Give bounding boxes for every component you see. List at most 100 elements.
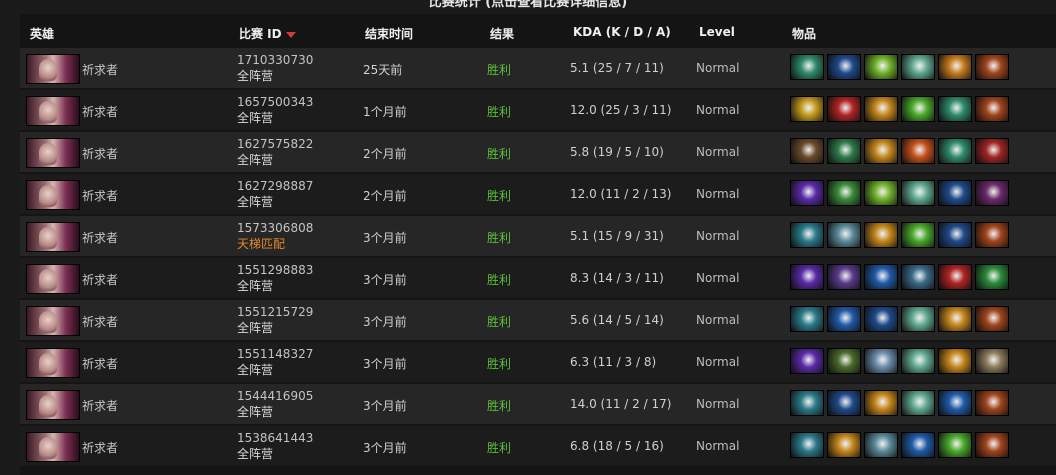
item-icon[interactable] [975,138,1009,164]
item-icon[interactable] [938,390,972,416]
item-icon[interactable] [864,306,898,332]
item-icon[interactable] [901,96,935,122]
match-id[interactable]: 1544416905 [237,388,313,404]
table-row[interactable]: 祈求者 1627575822 全阵营 2个月前 胜利 5.8 (19 / 5 / 10) N… [20,132,1056,172]
item-icon[interactable] [938,180,972,206]
item-icon[interactable] [938,96,972,122]
item-icon[interactable] [827,222,861,248]
item-icon[interactable] [790,54,824,80]
hero-name[interactable]: 祈求者 [82,61,118,78]
item-icon[interactable] [864,348,898,374]
hero-portrait[interactable] [26,348,80,378]
item-icon[interactable] [790,222,824,248]
item-icon[interactable] [938,306,972,332]
col-result[interactable]: 结果 [490,25,514,42]
item-icon[interactable] [827,432,861,458]
match-id[interactable]: 1538641443 [237,430,313,446]
item-icon[interactable] [790,348,824,374]
match-id-cell[interactable]: 1551148327 全阵营 [237,346,313,378]
match-id[interactable]: 1551148327 [237,346,313,362]
hero-portrait[interactable] [26,54,80,84]
item-icon[interactable] [901,348,935,374]
table-row[interactable]: 祈求者 1573306808 天梯匹配 3个月前 胜利 5.1 (15 / 9 / 31)… [20,216,1056,256]
item-icon[interactable] [975,432,1009,458]
item-icon[interactable] [975,390,1009,416]
hero-name[interactable]: 祈求者 [82,229,118,246]
item-icon[interactable] [827,180,861,206]
item-icon[interactable] [975,264,1009,290]
match-id[interactable]: 1627575822 [237,136,313,152]
item-icon[interactable] [938,54,972,80]
col-match-id[interactable]: 比赛 ID [239,25,296,42]
hero-portrait[interactable] [26,222,80,252]
hero-name[interactable]: 祈求者 [82,355,118,372]
hero-name[interactable]: 祈求者 [82,187,118,204]
hero-name[interactable]: 祈求者 [82,439,118,456]
hero-portrait[interactable] [26,138,80,168]
sort-desc-icon[interactable] [285,31,296,38]
table-row[interactable]: 祈求者 1544416905 全阵营 3个月前 胜利 14.0 (11 / 2 / 17)… [20,384,1056,424]
item-icon[interactable] [901,432,935,458]
match-id-cell[interactable]: 1710330730 全阵营 [237,52,313,84]
col-hero[interactable]: 英雄 [30,25,54,42]
item-icon[interactable] [938,432,972,458]
item-icon[interactable] [901,180,935,206]
hero-name[interactable]: 祈求者 [82,313,118,330]
item-icon[interactable] [901,222,935,248]
item-icon[interactable] [901,264,935,290]
hero-name[interactable]: 祈求者 [82,271,118,288]
match-id-cell[interactable]: 1627298887 全阵营 [237,178,313,210]
item-icon[interactable] [790,432,824,458]
match-id[interactable]: 1551215729 [237,304,313,320]
item-icon[interactable] [975,348,1009,374]
item-icon[interactable] [901,138,935,164]
item-icon[interactable] [790,390,824,416]
item-icon[interactable] [901,306,935,332]
item-icon[interactable] [827,306,861,332]
item-icon[interactable] [975,54,1009,80]
hero-name[interactable]: 祈求者 [82,103,118,120]
item-icon[interactable] [827,54,861,80]
item-icon[interactable] [864,138,898,164]
item-icon[interactable] [827,138,861,164]
table-row[interactable]: 祈求者 1538641443 全阵营 3个月前 胜利 6.8 (18 / 5 / 16) N… [20,426,1056,466]
item-icon[interactable] [975,96,1009,122]
hero-portrait[interactable] [26,390,80,420]
col-kda[interactable]: KDA (K / D / A) [573,25,671,39]
item-icon[interactable] [864,264,898,290]
match-id-cell[interactable]: 1544416905 全阵营 [237,388,313,420]
item-icon[interactable] [790,96,824,122]
table-row[interactable]: 祈求者 1627298887 全阵营 2个月前 胜利 12.0 (11 / 2 / 13)… [20,174,1056,214]
match-id-cell[interactable]: 1551298883 全阵营 [237,262,313,294]
match-id[interactable]: 1657500343 [237,94,313,110]
hero-portrait[interactable] [26,306,80,336]
hero-portrait[interactable] [26,180,80,210]
match-id-cell[interactable]: 1551215729 全阵营 [237,304,313,336]
col-end-time[interactable]: 结束时间 [365,25,413,42]
item-icon[interactable] [864,180,898,206]
match-id[interactable]: 1627298887 [237,178,313,194]
item-icon[interactable] [864,432,898,458]
match-id[interactable]: 1710330730 [237,52,313,68]
item-icon[interactable] [827,264,861,290]
table-row[interactable]: 祈求者 1551215729 全阵营 3个月前 胜利 5.6 (14 / 5 / 14) N… [20,300,1056,340]
hero-name[interactable]: 祈求者 [82,397,118,414]
table-row[interactable]: 祈求者 1551298883 全阵营 3个月前 胜利 8.3 (14 / 3 / 11) N… [20,258,1056,298]
match-id[interactable]: 1551298883 [237,262,313,278]
hero-name[interactable]: 祈求者 [82,145,118,162]
hero-portrait[interactable] [26,96,80,126]
item-icon[interactable] [938,348,972,374]
item-icon[interactable] [901,54,935,80]
hero-portrait[interactable] [26,264,80,294]
item-icon[interactable] [864,54,898,80]
item-icon[interactable] [975,180,1009,206]
item-icon[interactable] [975,306,1009,332]
match-id-cell[interactable]: 1627575822 全阵营 [237,136,313,168]
table-row[interactable]: 祈求者 1551148327 全阵营 3个月前 胜利 6.3 (11 / 3 / 8) No… [20,342,1056,382]
item-icon[interactable] [864,96,898,122]
col-level[interactable]: Level [699,25,735,39]
item-icon[interactable] [790,180,824,206]
match-id[interactable]: 1573306808 [237,220,313,236]
match-id-cell[interactable]: 1657500343 全阵营 [237,94,313,126]
table-row[interactable]: 祈求者 1657500343 全阵营 1个月前 胜利 12.0 (25 / 3 / 11)… [20,90,1056,130]
